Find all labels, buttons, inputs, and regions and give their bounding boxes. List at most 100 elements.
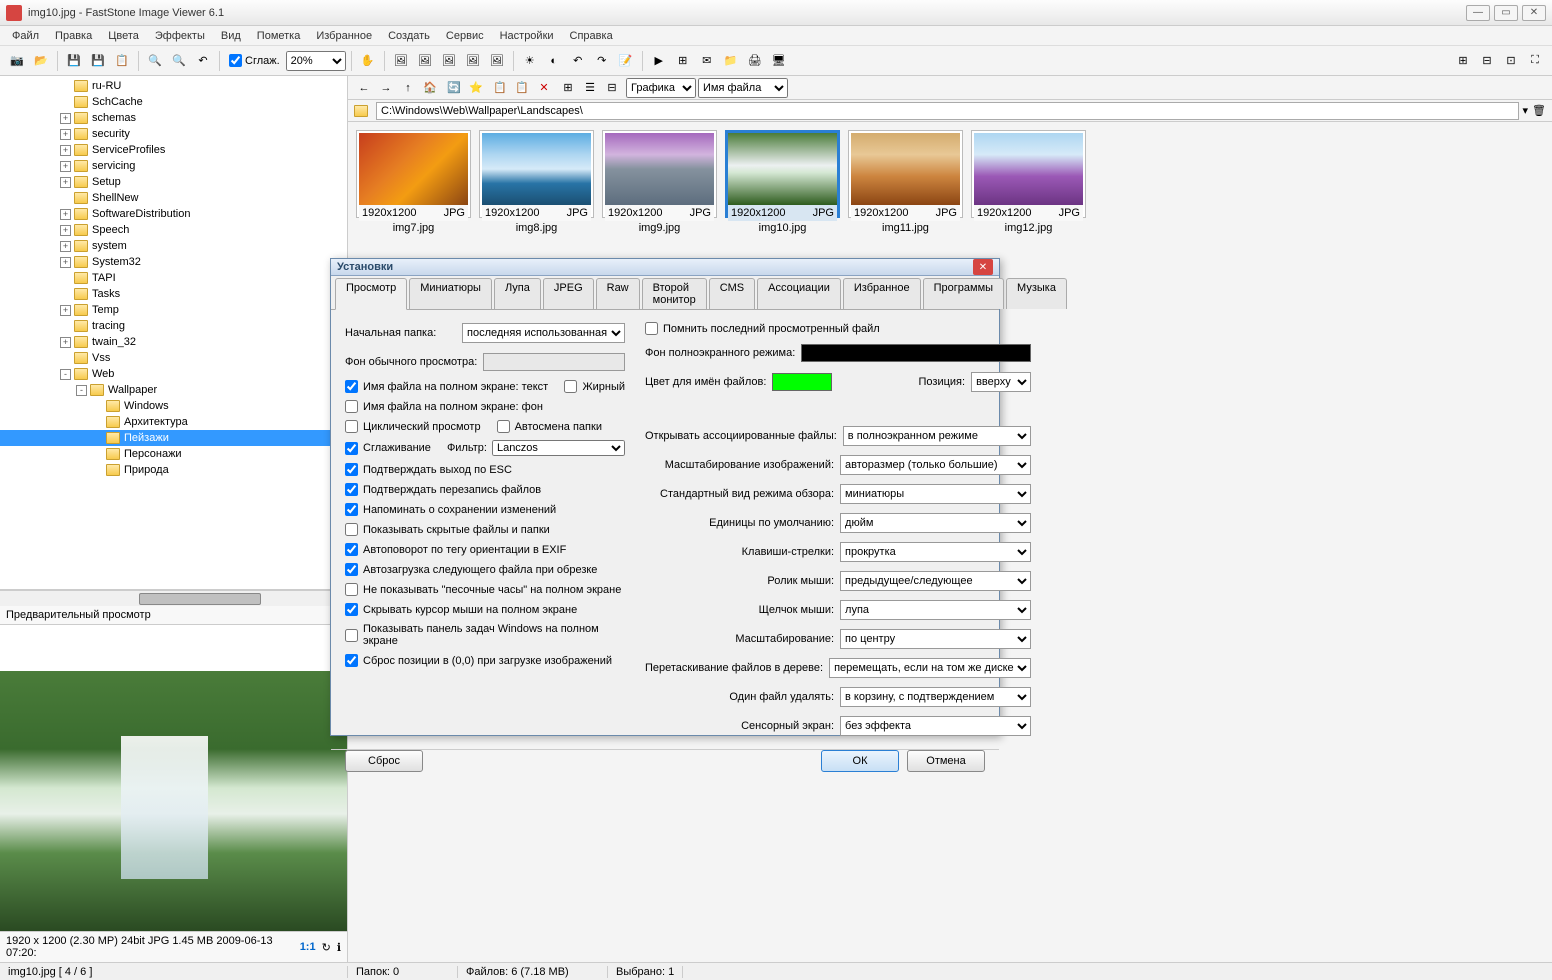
menu-правка[interactable]: Правка [47, 28, 100, 44]
tree-item-персонажи[interactable]: Персонажи [0, 446, 347, 462]
confirm-overwrite-checkbox[interactable] [345, 483, 358, 496]
tree-expand-icon[interactable]: + [60, 113, 71, 124]
tree-expand-icon[interactable]: + [60, 225, 71, 236]
cyclic-checkbox[interactable] [345, 420, 358, 433]
menu-цвета[interactable]: Цвета [100, 28, 147, 44]
nav-fav-icon[interactable]: ⭐ [466, 78, 486, 98]
reset-pos-checkbox[interactable] [345, 654, 358, 667]
email-icon[interactable]: ✉ [696, 50, 718, 72]
tree-expand-icon[interactable]: + [60, 161, 71, 172]
tree-item-природа[interactable]: Природа [0, 462, 347, 478]
remind-save-checkbox[interactable] [345, 503, 358, 516]
folder-tree[interactable]: ru-RUSchCache+schemas+security+ServicePr… [0, 76, 347, 590]
tree-item-web[interactable]: -Web [0, 366, 347, 382]
zoom-in-icon[interactable]: 🔍 [144, 50, 166, 72]
sort-select[interactable]: Имя файла [698, 78, 788, 98]
thumbnail-img7.jpg[interactable]: 1920x1200JPGimg7.jpg [356, 130, 471, 234]
menu-создать[interactable]: Создать [380, 28, 438, 44]
tree-item-архитектура[interactable]: Архитектура [0, 414, 347, 430]
menu-настройки[interactable]: Настройки [492, 28, 562, 44]
maximize-button[interactable]: ▭ [1494, 5, 1518, 21]
layout3-icon[interactable]: ⊡ [1500, 50, 1522, 72]
tree-item-setup[interactable]: +Setup [0, 174, 347, 190]
bold-checkbox[interactable] [564, 380, 577, 393]
nav-up-icon[interactable]: ↑ [398, 78, 418, 98]
tree-item-softwaredistribution[interactable]: +SoftwareDistribution [0, 206, 347, 222]
nav-copy-icon[interactable]: 📋 [490, 78, 510, 98]
tree-item-shellnew[interactable]: ShellNew [0, 190, 347, 206]
compare-icon[interactable]: ⊞ [672, 50, 694, 72]
show-hidden-checkbox[interactable] [345, 523, 358, 536]
thumbnail-img12.jpg[interactable]: 1920x1200JPGimg12.jpg [971, 130, 1086, 234]
hand-icon[interactable]: ✋ [357, 50, 379, 72]
tool4-icon[interactable]: 🖼 [462, 50, 484, 72]
tree-item-tracing[interactable]: tracing [0, 318, 347, 334]
rotate-right-icon[interactable]: ↷ [591, 50, 613, 72]
remember-last-checkbox[interactable] [645, 322, 658, 335]
open-assoc-select[interactable]: в полноэкранном режиме [843, 426, 1031, 446]
nav-refresh-icon[interactable]: 🔄 [444, 78, 464, 98]
tab-jpeg[interactable]: JPEG [543, 278, 594, 309]
close-button[interactable]: ✕ [1522, 5, 1546, 21]
tree-expand-icon[interactable]: + [60, 209, 71, 220]
filename-color-swatch[interactable] [772, 373, 832, 391]
arrows-select[interactable]: прокрутка [840, 542, 1031, 562]
autofolder-checkbox[interactable] [497, 420, 510, 433]
confirm-esc-checkbox[interactable] [345, 463, 358, 476]
zoom-out-icon[interactable]: 🔍 [168, 50, 190, 72]
contrast-icon[interactable]: ◐ [543, 50, 565, 72]
tab-просмотр[interactable]: Просмотр [335, 278, 407, 310]
menu-пометка[interactable]: Пометка [249, 28, 309, 44]
click-select[interactable]: лупа [840, 600, 1031, 620]
thumbnail-img11.jpg[interactable]: 1920x1200JPGimg11.jpg [848, 130, 963, 234]
smoothing-checkbox[interactable] [345, 442, 358, 455]
tree-item-system[interactable]: +system [0, 238, 347, 254]
nav-paste-icon[interactable]: 📋 [512, 78, 532, 98]
tab-избранное[interactable]: Избранное [843, 278, 921, 309]
wallpaper-icon[interactable]: 🖥 [768, 50, 790, 72]
view-mode-select[interactable]: Графика [626, 78, 696, 98]
brightness-icon[interactable]: ☀ [519, 50, 541, 72]
nav-home-icon[interactable]: 🏠 [420, 78, 440, 98]
smoothing-checkbox[interactable]: Сглаж. [229, 54, 280, 67]
tree-item-system32[interactable]: +System32 [0, 254, 347, 270]
layout2-icon[interactable]: ⊟ [1476, 50, 1498, 72]
filter-select[interactable]: Lanczos [492, 440, 625, 456]
tree-expand-icon[interactable]: + [60, 305, 71, 316]
tree-item-schcache[interactable]: SchCache [0, 94, 347, 110]
autoload-checkbox[interactable] [345, 563, 358, 576]
tree-item-tasks[interactable]: Tasks [0, 286, 347, 302]
path-input[interactable]: C:\Windows\Web\Wallpaper\Landscapes\ [376, 102, 1519, 120]
dialog-titlebar[interactable]: Установки ✕ [331, 259, 999, 276]
tab-лупа[interactable]: Лупа [494, 278, 541, 309]
wheel-select[interactable]: предыдущее/следующее [840, 571, 1031, 591]
tree-item-wallpaper[interactable]: -Wallpaper [0, 382, 347, 398]
tree-expand-icon[interactable]: + [60, 129, 71, 140]
start-folder-select[interactable]: последняя использованная [462, 323, 625, 343]
tree-item-vss[interactable]: Vss [0, 350, 347, 366]
nav-fwd-icon[interactable]: → [376, 78, 396, 98]
tree-item-serviceprofiles[interactable]: +ServiceProfiles [0, 142, 347, 158]
reset-button[interactable]: Сброс [345, 750, 423, 772]
tree-item-schemas[interactable]: +schemas [0, 110, 347, 126]
tree-expand-icon[interactable]: + [60, 177, 71, 188]
tool1-icon[interactable]: 🖼 [390, 50, 412, 72]
delete-select[interactable]: в корзину, с подтверждением [840, 687, 1031, 707]
rotate-icon[interactable]: ↻ [322, 941, 331, 954]
tool5-icon[interactable]: 🖼 [486, 50, 508, 72]
tab-raw[interactable]: Raw [596, 278, 640, 309]
nav-delete-icon[interactable]: ✕ [534, 78, 554, 98]
print-icon[interactable]: 🖨 [744, 50, 766, 72]
save-icon[interactable]: 💾 [63, 50, 85, 72]
tab-миниатюры[interactable]: Миниатюры [409, 278, 492, 309]
folder-icon[interactable]: 📁 [720, 50, 742, 72]
tree-expand-icon[interactable]: + [60, 145, 71, 156]
units-select[interactable]: дюйм [840, 513, 1031, 533]
menu-файл[interactable]: Файл [4, 28, 47, 44]
recycle-icon[interactable]: 🗑 [1532, 104, 1546, 117]
filename-text-checkbox[interactable] [345, 380, 358, 393]
tree-item-speech[interactable]: +Speech [0, 222, 347, 238]
menu-сервис[interactable]: Сервис [438, 28, 492, 44]
bg-normal-swatch[interactable] [483, 353, 625, 371]
fullscreen-icon[interactable]: ⛶ [1524, 50, 1546, 72]
